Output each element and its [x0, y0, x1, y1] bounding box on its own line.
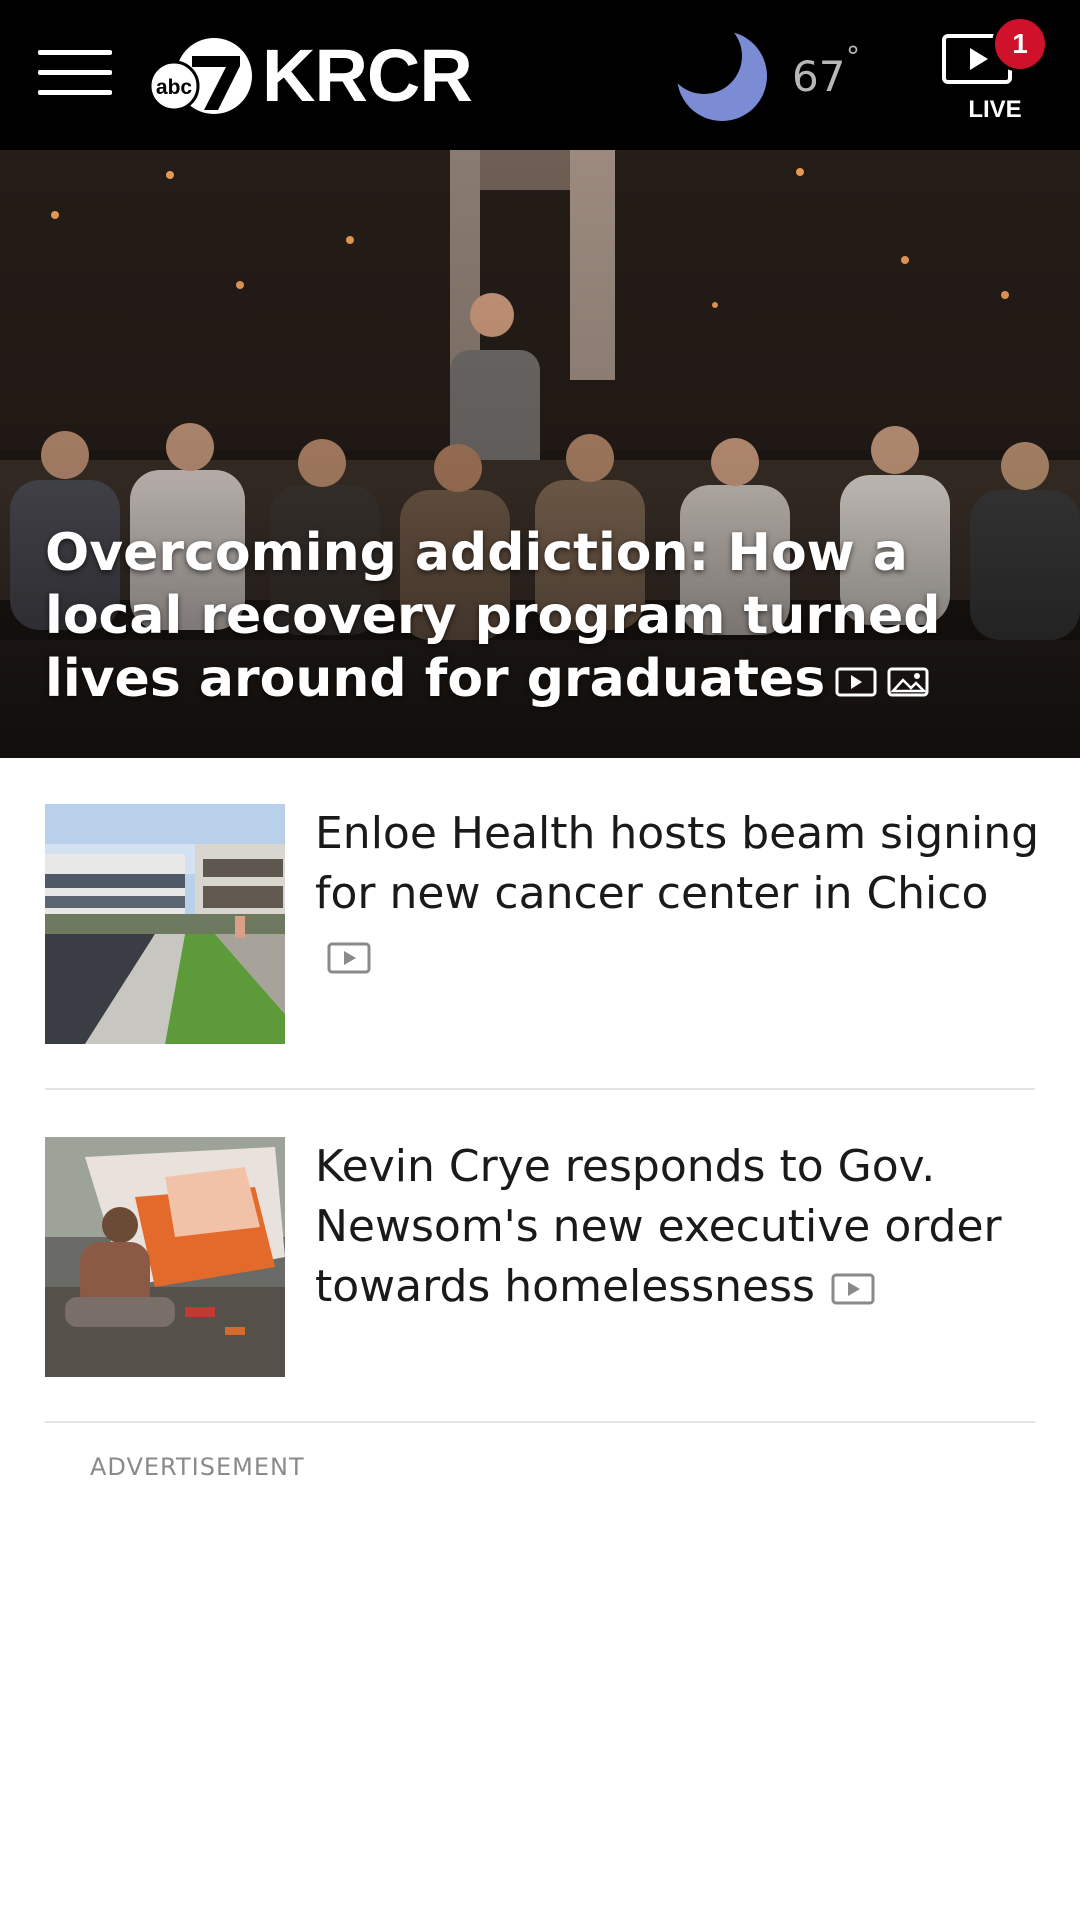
- video-icon: [327, 942, 371, 974]
- menu-bar: [38, 70, 112, 75]
- weather-widget[interactable]: 67 °: [670, 26, 870, 126]
- article-headline: Kevin Crye responds to Gov. Newsom's new…: [315, 1137, 1075, 1317]
- divider: [45, 1421, 1035, 1423]
- hero-title-text: Overcoming addiction: How a local recove…: [45, 523, 941, 709]
- abc7-logo-icon: abc: [148, 38, 252, 114]
- article-title-text: Enloe Health hosts beam signing for new …: [315, 808, 1040, 919]
- live-label: LIVE: [968, 96, 1022, 123]
- live-button[interactable]: LIVE 1: [930, 16, 1050, 126]
- hero-headline: Overcoming addiction: How a local recove…: [45, 522, 1035, 711]
- article-thumbnail: [45, 804, 285, 1044]
- site-header: abc KRCR 67 ° LIVE 1: [0, 0, 1080, 150]
- site-logo[interactable]: abc KRCR: [148, 34, 473, 118]
- article-title-text: Kevin Crye responds to Gov. Newsom's new…: [315, 1141, 1002, 1312]
- moon-icon: [677, 31, 767, 121]
- article-headline: Enloe Health hosts beam signing for new …: [315, 804, 1075, 990]
- photo-gallery-icon: [887, 667, 929, 697]
- article-item[interactable]: Enloe Health hosts beam signing for new …: [45, 804, 1039, 1044]
- degree-symbol: °: [846, 40, 860, 73]
- advertisement-label: ADVERTISEMENT: [90, 1453, 305, 1481]
- hero-article[interactable]: Overcoming addiction: How a local recove…: [0, 150, 1080, 758]
- divider: [45, 1088, 1035, 1090]
- video-icon: [835, 667, 877, 697]
- logo-name: KRCR: [262, 34, 473, 117]
- video-icon: [831, 1273, 875, 1305]
- hamburger-menu-button[interactable]: [38, 50, 112, 96]
- menu-bar: [38, 90, 112, 95]
- svg-text:abc: abc: [156, 76, 193, 99]
- weather-temperature: 67: [792, 52, 846, 101]
- menu-bar: [38, 50, 112, 55]
- notification-badge: 1: [992, 16, 1048, 72]
- article-thumbnail: [45, 1137, 285, 1377]
- article-item[interactable]: Kevin Crye responds to Gov. Newsom's new…: [45, 1137, 1035, 1377]
